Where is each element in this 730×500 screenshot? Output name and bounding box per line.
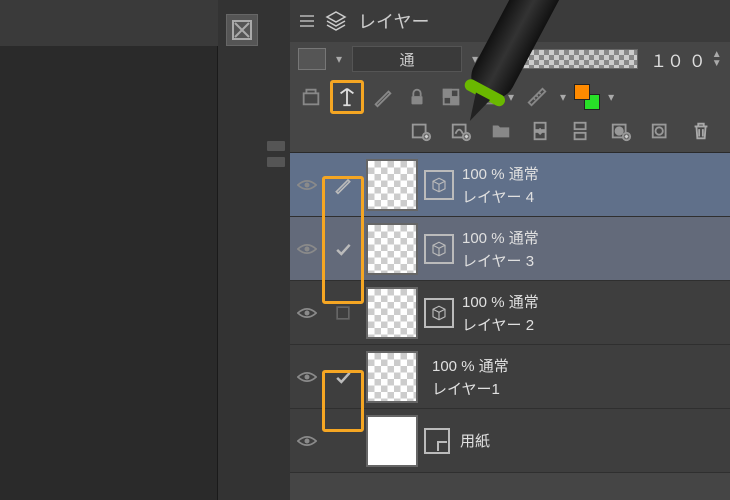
panel-menu-icon[interactable]	[300, 15, 314, 27]
layer-thumbnail[interactable]	[366, 351, 418, 403]
palette-dock-top[interactable]	[266, 140, 286, 152]
opacity-slider[interactable]	[488, 49, 638, 69]
layer-name: レイヤー1	[432, 378, 509, 399]
layer-name: レイヤー 2	[462, 314, 539, 335]
chevron-down-icon[interactable]: ▾	[504, 90, 518, 104]
new-raster-layer-button[interactable]	[406, 116, 436, 146]
layer-toolbar: ▾ ▾ ▾	[290, 76, 730, 152]
palette-dock-bottom[interactable]	[266, 156, 286, 168]
left-sidebar-header	[0, 0, 218, 46]
visibility-toggle[interactable]	[290, 217, 324, 281]
layer-row[interactable]: 100 % 通常 レイヤー1	[290, 345, 730, 409]
create-mask-button[interactable]	[606, 116, 636, 146]
lock-icon[interactable]	[402, 82, 432, 112]
lock-transparency-icon[interactable]	[436, 82, 466, 112]
chevron-down-icon[interactable]: ▾	[556, 90, 570, 104]
layer-name: レイヤー 3	[462, 250, 539, 271]
enable-mask-icon[interactable]	[470, 82, 500, 112]
visibility-toggle[interactable]	[290, 153, 324, 217]
visibility-toggle[interactable]	[290, 409, 324, 473]
transfer-down-button[interactable]	[526, 116, 556, 146]
layer-row[interactable]: 100 % 通常 レイヤー 3	[290, 217, 730, 281]
blend-opacity-row: ▾ 通 ▾ １０ ０ ▲▼	[290, 42, 730, 76]
layer-list: 100 % 通常 レイヤー 4 100 % 通常 レイヤー 3 100 % 通常…	[290, 152, 730, 473]
cube-3d-icon	[424, 298, 454, 328]
new-folder-button[interactable]	[486, 116, 516, 146]
draft-layer-icon[interactable]	[368, 82, 398, 112]
reference-target-pencil-icon[interactable]	[326, 157, 360, 213]
set-reference-layer-button[interactable]	[330, 80, 364, 114]
palette-dock-controls[interactable]	[266, 140, 286, 168]
layer-thumbnail[interactable]	[366, 159, 418, 211]
layer-opacity-mode: 100 % 通常	[432, 355, 509, 376]
layer-thumbnail[interactable]	[366, 223, 418, 275]
left-sidebar	[0, 0, 218, 500]
layer-name: 用紙	[460, 430, 490, 451]
reference-target-check-icon[interactable]	[326, 349, 360, 405]
reference-target-empty[interactable]	[326, 413, 360, 469]
layer-color-swatch[interactable]	[298, 48, 326, 70]
panel-title: レイヤー	[358, 8, 429, 34]
layer-row[interactable]: 100 % 通常 レイヤー 2	[290, 281, 730, 345]
layer-opacity-mode: 100 % 通常	[462, 291, 539, 312]
paper-icon	[424, 428, 450, 454]
merge-down-button[interactable]	[566, 116, 596, 146]
ruler-visibility-icon[interactable]	[522, 82, 552, 112]
visibility-toggle[interactable]	[290, 281, 324, 345]
layer-row[interactable]: 100 % 通常 レイヤー 4	[290, 153, 730, 217]
blend-mode-select[interactable]: 通	[352, 46, 462, 72]
layer-opacity-mode: 100 % 通常	[462, 163, 539, 184]
chevron-down-icon[interactable]: ▾	[468, 52, 482, 66]
layer-thumbnail[interactable]	[366, 287, 418, 339]
layer-panel-header: レイヤー	[290, 0, 730, 42]
layer-stack-icon	[324, 9, 348, 33]
apply-mask-button[interactable]	[646, 116, 676, 146]
sub-view-empty-icon[interactable]	[226, 14, 258, 46]
layer-opacity-mode: 100 % 通常	[462, 227, 539, 248]
reference-target-check-icon[interactable]	[326, 221, 360, 277]
chevron-down-icon[interactable]: ▾	[604, 90, 618, 104]
cube-3d-icon	[424, 170, 454, 200]
layer-color-swap[interactable]	[574, 84, 600, 110]
layer-row[interactable]: 用紙	[290, 409, 730, 473]
cube-3d-icon	[424, 234, 454, 264]
visibility-toggle[interactable]	[290, 345, 324, 409]
layer-name: レイヤー 4	[462, 186, 539, 207]
layer-panel: レイヤー ▾ 通 ▾ １０ ０ ▲▼	[290, 0, 730, 500]
layer-thumbnail[interactable]	[366, 415, 418, 467]
delete-layer-button[interactable]	[686, 116, 716, 146]
clip-mask-icon[interactable]	[296, 82, 326, 112]
opacity-spinner[interactable]: ▲▼	[712, 50, 722, 68]
blend-mode-value: 通	[400, 49, 415, 70]
opacity-value: １０ ０	[644, 47, 706, 72]
reference-target-empty[interactable]	[326, 285, 360, 341]
chevron-down-icon[interactable]: ▾	[332, 52, 346, 66]
new-vector-layer-button[interactable]	[446, 116, 476, 146]
